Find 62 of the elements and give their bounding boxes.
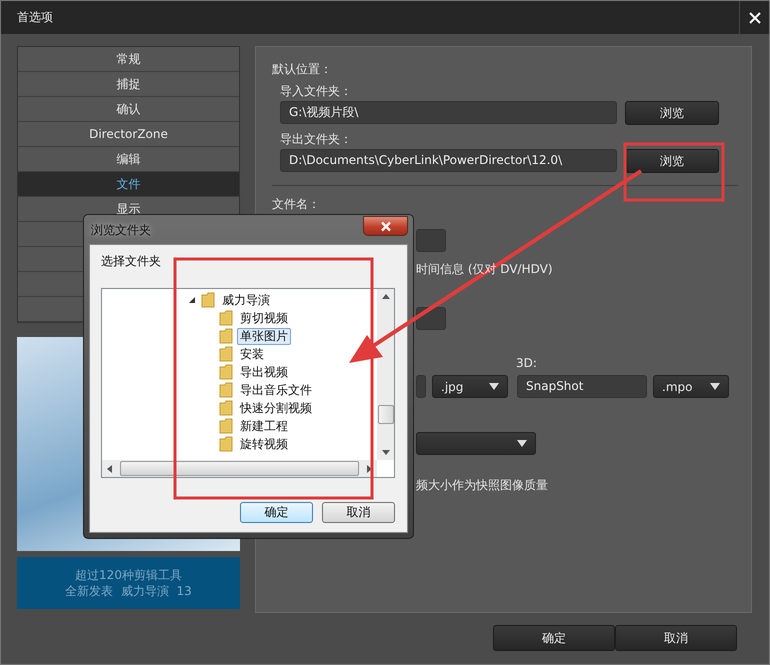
scroll-down-icon[interactable] bbox=[382, 450, 390, 455]
text-field[interactable] bbox=[416, 375, 426, 398]
horizontal-scrollbar[interactable] bbox=[102, 460, 377, 477]
tree-item[interactable]: 导出视频 bbox=[237, 364, 291, 380]
tree-item[interactable]: 新建工程 bbox=[237, 418, 291, 434]
tree-item[interactable]: 单张图片 bbox=[237, 328, 291, 344]
text-field[interactable]: SnapShot bbox=[517, 375, 647, 398]
sidebar-item[interactable]: DirectorZone bbox=[18, 122, 239, 147]
folder-icon bbox=[219, 328, 233, 344]
browse-button[interactable]: 浏览 bbox=[625, 149, 719, 173]
vertical-scrollbar[interactable] bbox=[377, 289, 394, 460]
dropdown-arrow-icon bbox=[489, 383, 499, 390]
text-field[interactable] bbox=[416, 229, 446, 252]
tree-item[interactable]: 旋转视频 bbox=[237, 436, 291, 452]
dropdown-arrow-icon bbox=[517, 440, 527, 447]
sidebar-item[interactable]: 文件 bbox=[18, 172, 239, 197]
scroll-thumb[interactable] bbox=[120, 461, 359, 476]
dialog-button[interactable]: 确定 bbox=[240, 502, 313, 523]
path-field[interactable]: D:\Documents\CyberLink\PowerDirector\12.0\ bbox=[280, 149, 617, 172]
option-text: 频大小作为快照图像质量 bbox=[416, 477, 548, 493]
dialog-prompt: 选择文件夹 bbox=[101, 253, 162, 269]
sidebar-item[interactable]: 常规 bbox=[18, 47, 239, 72]
folder-icon bbox=[219, 418, 233, 434]
folder-icon bbox=[219, 310, 233, 326]
folder-icon bbox=[219, 382, 233, 398]
path-field[interactable]: G:\视频片段\ bbox=[280, 101, 617, 124]
scroll-thumb[interactable] bbox=[378, 405, 394, 424]
folder-icon bbox=[219, 364, 233, 380]
sidebar-item[interactable]: 捕捉 bbox=[18, 72, 239, 97]
field-label: 导入文件夹： bbox=[280, 83, 352, 99]
sidebar-item[interactable]: 编辑 bbox=[18, 147, 239, 172]
promo-text: 超过120种剪辑工具 bbox=[75, 567, 182, 583]
dropdown-arrow-icon bbox=[710, 383, 720, 390]
scroll-right-icon[interactable] bbox=[367, 464, 372, 472]
section-heading: 默认位置： bbox=[272, 61, 332, 77]
section-heading: 文件名： bbox=[272, 196, 320, 212]
dialog-button[interactable]: 取消 bbox=[615, 625, 737, 651]
folder-icon bbox=[219, 346, 233, 362]
tree-item[interactable]: 快速分割视频 bbox=[237, 400, 315, 416]
field-label: 3D: bbox=[516, 356, 537, 371]
browse-button[interactable]: 浏览 bbox=[625, 101, 719, 125]
sidebar-item[interactable]: 确认 bbox=[18, 97, 239, 122]
field-label: 导出文件夹： bbox=[280, 131, 352, 147]
tree-item[interactable]: 安装 bbox=[237, 346, 267, 362]
close-button[interactable] bbox=[363, 216, 408, 236]
format-dropdown[interactable]: .jpg bbox=[432, 375, 508, 398]
tree-item[interactable]: 导出音乐文件 bbox=[237, 382, 315, 398]
folder-icon bbox=[219, 400, 233, 416]
tree-item[interactable]: 剪切视频 bbox=[237, 310, 291, 326]
tree-item[interactable]: 威力导演 bbox=[219, 292, 273, 308]
scroll-up-icon[interactable] bbox=[382, 294, 390, 299]
folder-icon bbox=[201, 292, 215, 308]
folder-icon bbox=[219, 436, 233, 452]
close-icon bbox=[380, 220, 392, 232]
window-title: 首选项 bbox=[16, 9, 53, 26]
dialog-button[interactable]: 确定 bbox=[493, 625, 615, 651]
format-dropdown[interactable]: .mpo bbox=[653, 375, 729, 398]
close-icon bbox=[748, 10, 762, 24]
promo-text: 全新发表 威力导演 13 bbox=[65, 583, 192, 599]
scroll-left-icon[interactable] bbox=[107, 464, 112, 472]
dialog-button[interactable]: 取消 bbox=[322, 502, 395, 523]
dialog-title: 浏览文件夹 bbox=[90, 222, 151, 239]
